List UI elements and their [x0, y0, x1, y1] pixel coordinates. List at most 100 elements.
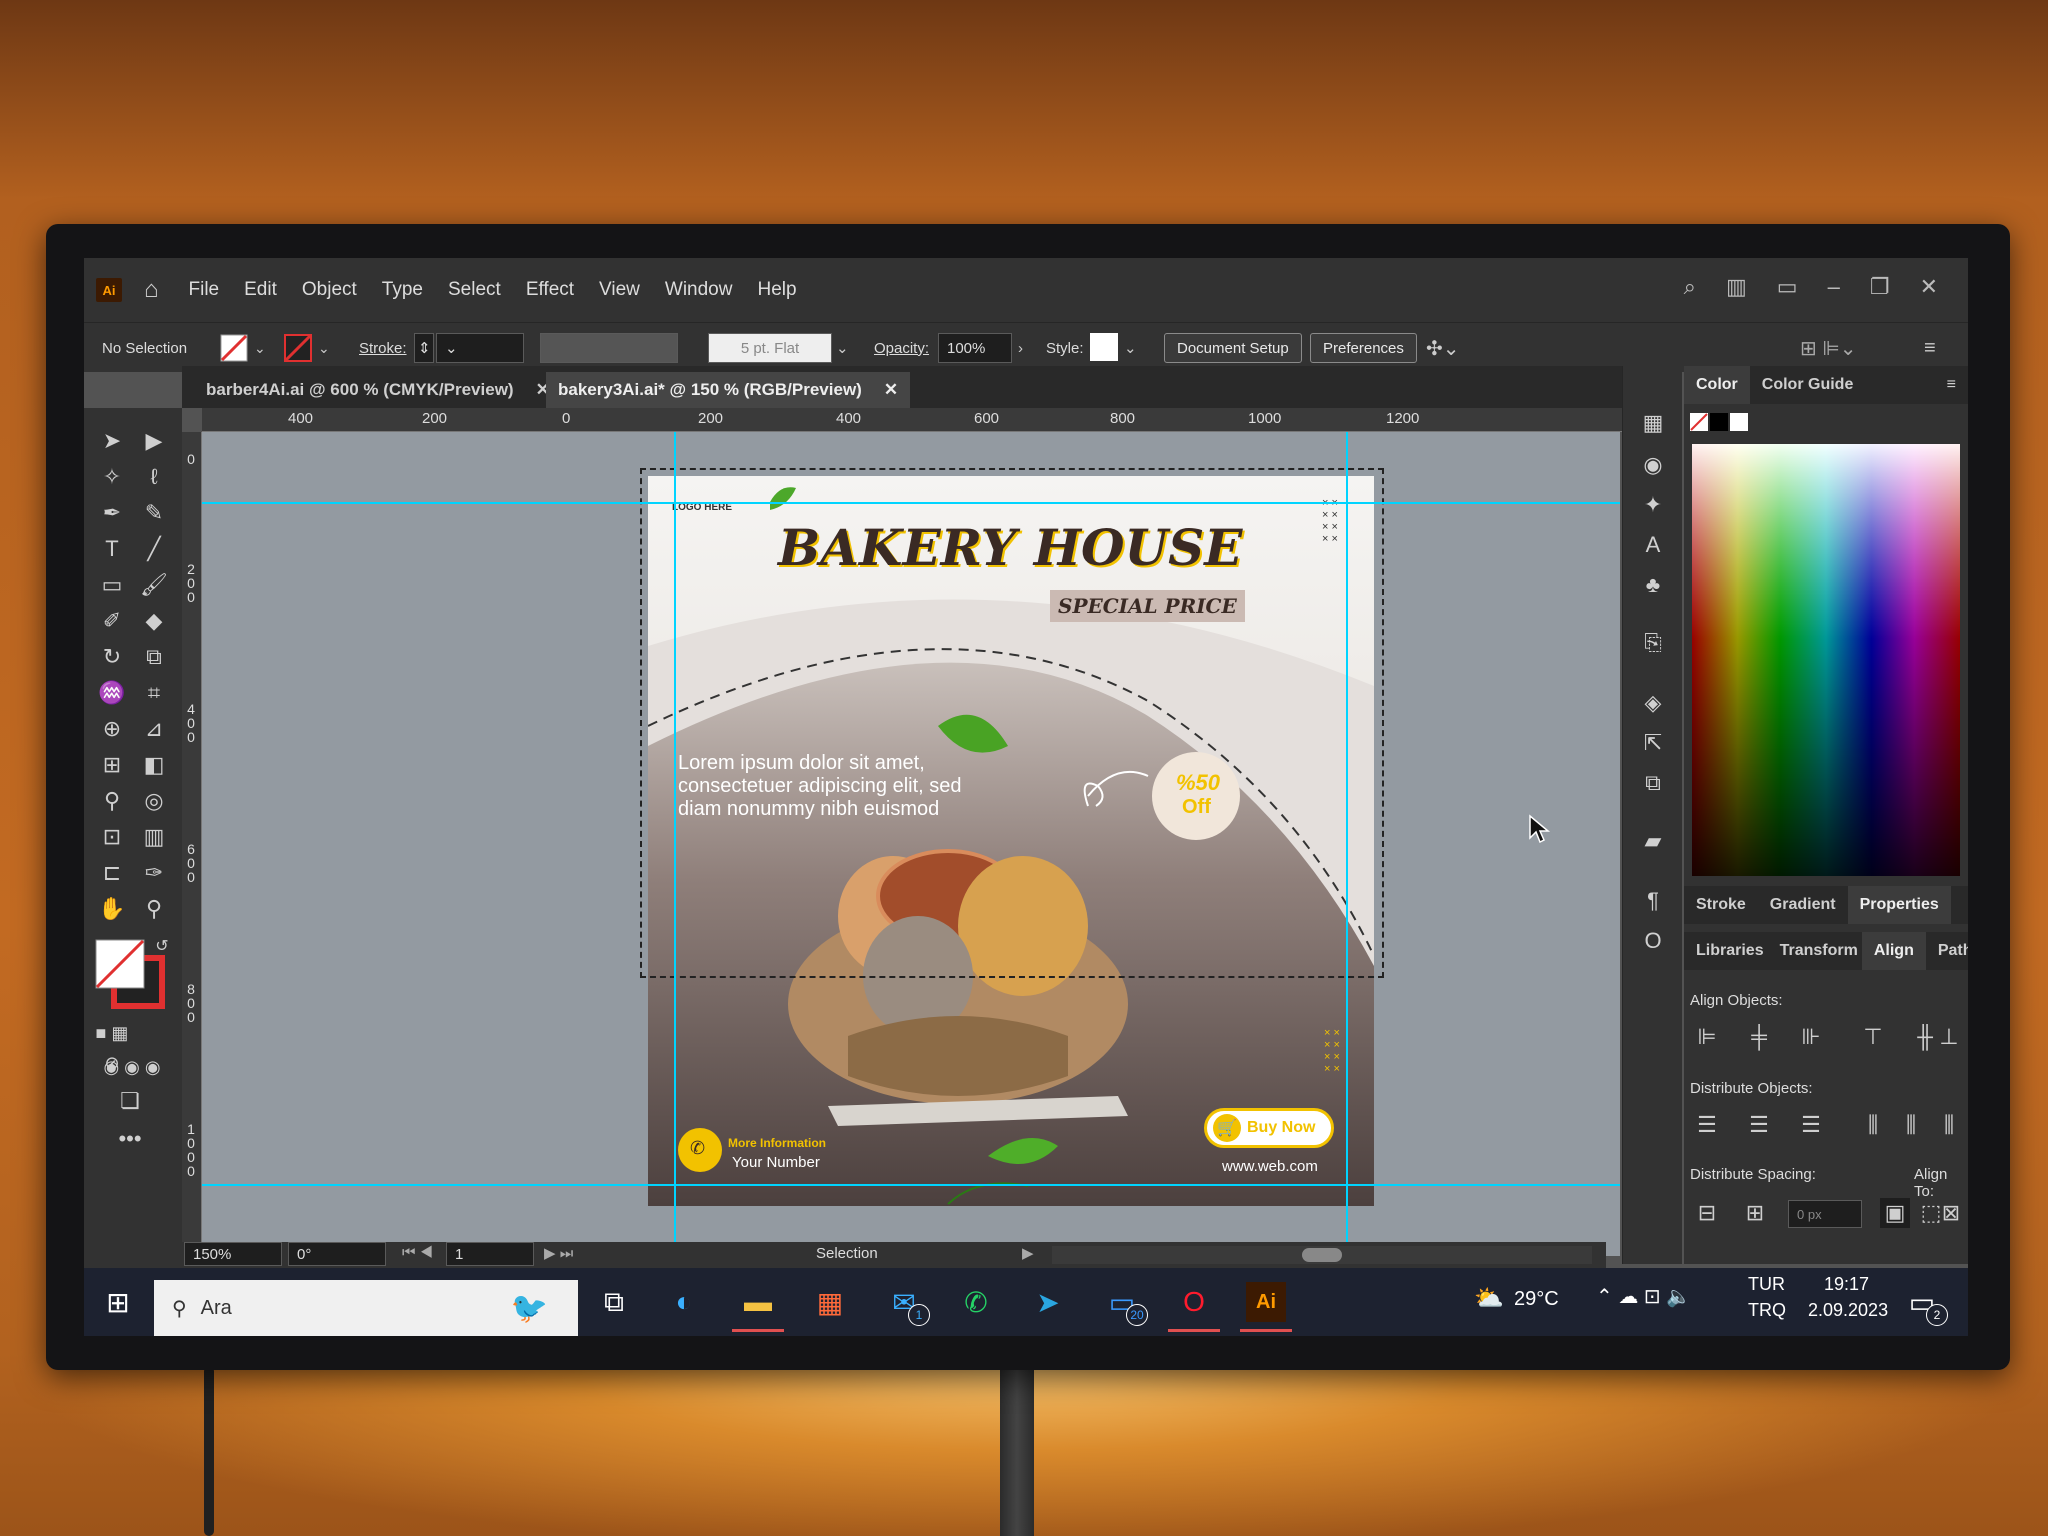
task-view-icon[interactable]: ⧉	[594, 1282, 634, 1322]
menu-object[interactable]: Object	[302, 279, 357, 301]
graph-tool-icon[interactable]: ▥	[136, 822, 172, 852]
status-menu-arrow-icon[interactable]: ▶	[1022, 1244, 1034, 1262]
opentype-icon[interactable]: O	[1635, 926, 1671, 956]
align-top-icon[interactable]: ⊤	[1858, 1022, 1888, 1052]
eraser-tool-icon[interactable]: ◆	[136, 606, 172, 636]
layers-icon[interactable]: ◈	[1635, 688, 1671, 718]
guide-horizontal[interactable]	[202, 1184, 1620, 1186]
slice-tool-icon[interactable]: ✑	[136, 858, 172, 888]
variable-width-profile[interactable]	[540, 333, 678, 363]
selection-tool-icon[interactable]: ➤	[94, 426, 130, 456]
align-to-selection-icon[interactable]: ▣	[1880, 1198, 1910, 1228]
weather-temperature[interactable]: 29°C	[1514, 1288, 1559, 1311]
stroke-weight-field[interactable]: ⌄	[436, 333, 524, 363]
menu-type[interactable]: Type	[382, 279, 423, 301]
menu-window[interactable]: Window	[665, 279, 733, 301]
curvature-tool-icon[interactable]: ✎	[136, 498, 172, 528]
free-transform-tool-icon[interactable]: ⌗	[136, 678, 172, 708]
notification-center-icon[interactable]: ▭ 2	[1902, 1282, 1948, 1326]
tab-transform[interactable]: Transform	[1776, 932, 1862, 970]
direct-selection-tool-icon[interactable]: ▶	[136, 426, 172, 456]
guide-vertical[interactable]	[1346, 432, 1348, 1256]
tab-color[interactable]: Color	[1684, 366, 1750, 404]
taskbar-search-field[interactable]: ⚲ Ara 🐦	[154, 1280, 578, 1336]
menu-edit[interactable]: Edit	[244, 279, 277, 301]
whatsapp-icon[interactable]: ✆	[956, 1282, 996, 1322]
shape-builder-tool-icon[interactable]: ⊕	[94, 714, 130, 744]
distribute-hcenter-icon[interactable]: ⫼	[1896, 1110, 1926, 1140]
menu-effect[interactable]: Effect	[526, 279, 574, 301]
color-mode-icons[interactable]: ■ ▦ ⊘	[94, 1018, 130, 1073]
distribute-top-icon[interactable]: ☰	[1692, 1110, 1722, 1140]
rotate-tool-icon[interactable]: ↻	[94, 642, 130, 672]
opacity-field[interactable]: 100%	[938, 333, 1012, 363]
quick-actions-icon[interactable]: ✣⌄	[1426, 333, 1460, 363]
buy-now-button[interactable]: 🛒 Buy Now	[1204, 1108, 1334, 1148]
mail-icon[interactable]: ✉ 1	[884, 1282, 930, 1326]
swap-fill-stroke-icon[interactable]: ↺	[144, 932, 180, 962]
first-artboard-icon[interactable]: ⏮ ◀	[402, 1244, 433, 1261]
input-language[interactable]: TUR	[1748, 1274, 1785, 1295]
align-options-icon[interactable]: ⊞ ⊫⌄	[1800, 333, 1857, 363]
artboards-icon[interactable]: ⧉	[1635, 768, 1671, 798]
warp-tool-icon[interactable]: ♒	[94, 678, 130, 708]
document-setup-button[interactable]: Document Setup	[1164, 333, 1302, 363]
opera-icon[interactable]: O	[1168, 1282, 1220, 1332]
more-tools-icon[interactable]: •••	[112, 1124, 148, 1154]
symbols-icon[interactable]: ♣	[1635, 570, 1671, 600]
eyedropper-tool-icon[interactable]: ⚲	[94, 786, 130, 816]
zoom-field[interactable]: 150%	[184, 1242, 282, 1266]
fill-stroke-swatches[interactable]	[94, 938, 165, 1009]
menu-file[interactable]: File	[189, 279, 220, 301]
tab-pathfinder[interactable]: Pathfinde	[1926, 932, 1968, 970]
artboard-number-field[interactable]: 1	[446, 1242, 534, 1266]
menu-view[interactable]: View	[599, 279, 640, 301]
vertical-spacing-icon[interactable]: ⊟	[1692, 1198, 1722, 1228]
symbol-sprayer-tool-icon[interactable]: ⊡	[94, 822, 130, 852]
tab-stroke[interactable]: Stroke	[1684, 886, 1758, 924]
color-spectrum[interactable]	[1692, 444, 1960, 876]
shaper-tool-icon[interactable]: ✐	[94, 606, 130, 636]
clock-time[interactable]: 19:17	[1824, 1274, 1869, 1295]
close-icon[interactable]: ✕	[1920, 274, 1938, 300]
horizontal-scrollbar[interactable]	[1052, 1246, 1592, 1264]
style-dropdown-icon[interactable]: ⌄	[1124, 333, 1137, 363]
next-artboard-icon[interactable]: ▶ ⏭	[544, 1244, 573, 1262]
brushes-icon[interactable]: ✦	[1635, 490, 1671, 520]
scroll-thumb[interactable]	[1302, 1248, 1342, 1262]
spacing-value-field[interactable]: 0 px	[1788, 1200, 1862, 1228]
search-icon[interactable]: ⌕	[1684, 274, 1696, 300]
hand-tool-icon[interactable]: ✋	[94, 894, 130, 924]
illustrator-taskbar-icon[interactable]: Ai	[1240, 1282, 1292, 1332]
color-swatches-mini[interactable]	[1690, 412, 1750, 432]
gradient-tool-icon[interactable]: ◧	[136, 750, 172, 780]
windows-start-icon[interactable]: ⊞	[98, 1282, 138, 1322]
appearance-icon[interactable]: ◉	[1635, 450, 1671, 480]
tab-color-guide[interactable]: Color Guide	[1750, 366, 1866, 404]
rectangle-tool-icon[interactable]: ▭	[94, 570, 130, 600]
mesh-tool-icon[interactable]: ⊞	[94, 750, 130, 780]
fill-swatch[interactable]: ⌄	[220, 333, 276, 363]
lasso-tool-icon[interactable]: ℓ	[136, 462, 172, 492]
screen-mode-icon[interactable]: ❏	[112, 1086, 148, 1116]
zoom-tool-icon[interactable]: ⚲	[136, 894, 172, 924]
align-left-icon[interactable]: ⊫	[1692, 1022, 1722, 1052]
properties-icon[interactable]: ▦	[1635, 408, 1671, 438]
export-icon[interactable]: ⇱	[1635, 728, 1671, 758]
paragraph-icon[interactable]: ¶	[1635, 886, 1671, 916]
tab-libraries[interactable]: Libraries	[1684, 932, 1776, 970]
guide-vertical[interactable]	[674, 432, 676, 1256]
weather-icon[interactable]: ⛅	[1474, 1284, 1504, 1313]
tab-properties[interactable]: Properties	[1847, 886, 1951, 924]
keyboard-layout[interactable]: TRQ	[1748, 1300, 1786, 1321]
opacity-arrow-icon[interactable]: ›	[1018, 333, 1023, 363]
line-tool-icon[interactable]: ╱	[136, 534, 172, 564]
clock-date[interactable]: 2.09.2023	[1808, 1300, 1888, 1321]
character-icon[interactable]: A	[1635, 530, 1671, 560]
panel-menu-icon[interactable]: ≡	[1935, 366, 1968, 404]
telegram-icon[interactable]: ➤	[1028, 1282, 1068, 1322]
distribute-bottom-icon[interactable]: ☰	[1796, 1110, 1826, 1140]
magic-wand-tool-icon[interactable]: ✧	[94, 462, 130, 492]
minimize-icon[interactable]: –	[1828, 274, 1840, 300]
close-icon[interactable]: ✕	[884, 380, 898, 400]
